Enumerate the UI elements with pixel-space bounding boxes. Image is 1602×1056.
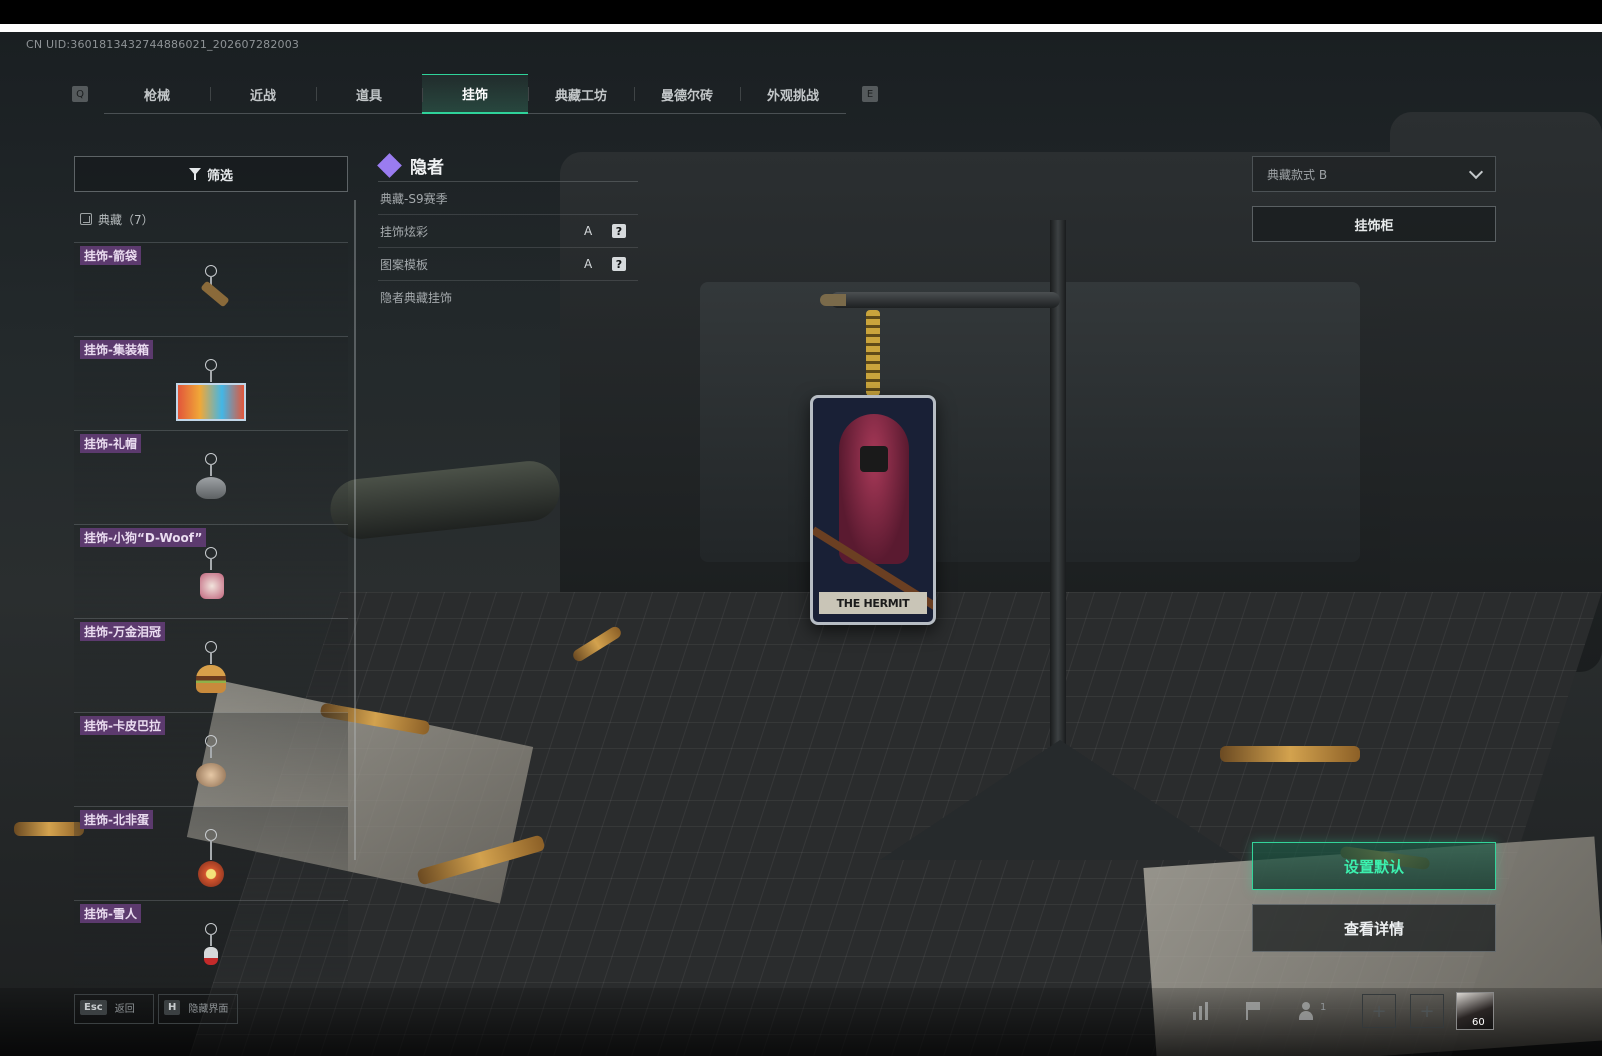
esc-key: Esc [80, 1000, 107, 1015]
item-tag: 挂饰-雪人 [80, 904, 141, 923]
tab-items[interactable]: 道具 [316, 74, 422, 114]
item-tag: 挂饰-北非蛋 [80, 810, 153, 829]
stats-icon[interactable] [1190, 1000, 1214, 1020]
season-row: 典藏-S9赛季 [378, 182, 638, 215]
pattern-grade-label: 图案模板 [380, 257, 429, 272]
description-row: 隐者典藏挂饰 [378, 281, 638, 314]
charm-info-panel: 隐者 典藏-S9赛季 挂饰炫彩 A ? 图案模板 A ? 隐者典藏挂饰 [377, 150, 638, 314]
list-item[interactable]: 挂饰-小狗“D-Woof” [74, 524, 348, 618]
puppy-charm-icon [186, 547, 236, 607]
hermit-mask [860, 446, 888, 472]
party-slot-add-button[interactable]: + [1362, 994, 1396, 1028]
h-key: H [164, 1000, 181, 1015]
list-item[interactable]: 挂饰-礼帽 [74, 430, 348, 524]
back-shortcut[interactable]: Esc 返回 [80, 1000, 135, 1015]
style-select-value: 典藏款式 B [1267, 167, 1328, 182]
item-tag: 挂饰-礼帽 [80, 434, 141, 453]
charm-list-panel: 筛选 典藏（7） 挂饰-箭袋 挂饰-集装箱 挂饰-礼帽 挂饰-小狗“D-Woof… [74, 156, 348, 994]
tab-list: 枪械 近战 道具 挂饰 典藏工坊 曼德尔砖 外观挑战 [104, 74, 846, 114]
item-title: 隐者 [410, 158, 444, 178]
color-grade-value: A [584, 224, 593, 238]
list-item[interactable]: 挂饰-雪人 [74, 900, 348, 994]
collection-icon [80, 213, 92, 225]
item-tag: 挂饰-万金泪冠 [80, 622, 165, 641]
bullet-prop [1220, 746, 1360, 762]
help-icon[interactable]: ? [612, 257, 626, 271]
shakshuka-charm-icon [186, 829, 236, 889]
list-item[interactable]: 挂饰-箭袋 [74, 242, 348, 336]
category-header[interactable]: 典藏（7） [74, 208, 348, 230]
style-select[interactable]: 典藏款式 B [1252, 156, 1496, 192]
pattern-grade-value: A [584, 257, 593, 271]
season-label: 典藏-S9赛季 [380, 191, 448, 206]
category-label: 典藏（7） [98, 212, 154, 227]
burger-charm-icon [186, 641, 236, 701]
spray-can-prop [327, 458, 563, 542]
tab-appearance-challenge[interactable]: 外观挑战 [740, 74, 846, 114]
flag-icon[interactable] [1242, 1000, 1266, 1020]
item-tag: 挂饰-集装箱 [80, 340, 153, 359]
help-icon[interactable]: ? [612, 224, 626, 238]
pattern-grade-row: 图案模板 A ? [378, 248, 638, 281]
next-tab-key-hint[interactable]: E [862, 86, 878, 102]
filter-icon [188, 168, 201, 180]
item-title-row: 隐者 [377, 150, 638, 182]
side-case [1390, 112, 1602, 672]
stand-arm [830, 292, 1060, 308]
item-tag: 挂饰-卡皮巴拉 [80, 716, 165, 735]
list-item[interactable]: 挂饰-卡皮巴拉 [74, 712, 348, 806]
friends-icon[interactable] [1298, 1000, 1322, 1020]
list-item[interactable]: 挂饰-集装箱 [74, 336, 348, 430]
category-tab-bar: Q 枪械 近战 道具 挂饰 典藏工坊 曼德尔砖 外观挑战 E [72, 74, 878, 114]
card-banner: THE HERMIT [819, 592, 927, 614]
description-label: 隐者典藏挂饰 [380, 291, 453, 305]
uid-label: CN UID:3601813432744886021_202607282003 [26, 38, 300, 51]
snowman-charm-icon [186, 923, 236, 983]
item-tag: 挂饰-小狗“D-Woof” [80, 528, 207, 547]
tab-charms[interactable]: 挂饰 [422, 74, 528, 114]
top-hat-charm-icon [186, 453, 236, 513]
tab-collection-workshop[interactable]: 典藏工坊 [528, 74, 634, 114]
quiver-charm-icon [186, 265, 236, 325]
rarity-diamond-icon [377, 152, 402, 178]
stand-arm-tip [820, 294, 846, 306]
tab-melee[interactable]: 近战 [210, 74, 316, 114]
friends-count: 1 [1320, 1002, 1327, 1013]
capybara-charm-icon [186, 735, 236, 795]
avatar-level: 60 [1472, 1017, 1485, 1028]
charm-cabinet-button[interactable]: 挂饰柜 [1252, 206, 1496, 242]
filter-label: 筛选 [206, 168, 233, 184]
party-slot-add-button[interactable]: + [1410, 994, 1444, 1028]
hermit-figure [839, 414, 909, 564]
charm-chain [866, 310, 880, 396]
list-item[interactable]: 挂饰-北非蛋 [74, 806, 348, 900]
top-white-strip [0, 24, 1602, 32]
tab-firearms[interactable]: 枪械 [104, 74, 210, 114]
color-grade-label: 挂饰炫彩 [380, 224, 429, 239]
hermit-charm-card[interactable]: THE HERMIT [810, 395, 936, 625]
view-details-button[interactable]: 查看详情 [1252, 904, 1496, 952]
hide-ui-shortcut[interactable]: H 隐藏界面 [164, 1000, 228, 1015]
item-tag: 挂饰-箭袋 [80, 246, 141, 265]
panel-divider [354, 200, 356, 860]
container-charm-icon [176, 359, 246, 421]
set-default-button[interactable]: 设置默认 [1252, 842, 1496, 890]
tab-mandel-brick[interactable]: 曼德尔砖 [634, 74, 740, 114]
top-black-bar [0, 0, 1602, 24]
hide-ui-label: 隐藏界面 [188, 1004, 229, 1015]
prev-tab-key-hint[interactable]: Q [72, 86, 88, 102]
charm-item-list: 挂饰-箭袋 挂饰-集装箱 挂饰-礼帽 挂饰-小狗“D-Woof” 挂饰-万金泪冠… [74, 242, 348, 994]
list-item[interactable]: 挂饰-万金泪冠 [74, 618, 348, 712]
stand-base [880, 740, 1240, 860]
color-grade-row: 挂饰炫彩 A ? [378, 215, 638, 248]
back-label: 返回 [114, 1004, 135, 1015]
filter-button[interactable]: 筛选 [74, 156, 348, 192]
chevron-down-icon [1468, 164, 1484, 180]
